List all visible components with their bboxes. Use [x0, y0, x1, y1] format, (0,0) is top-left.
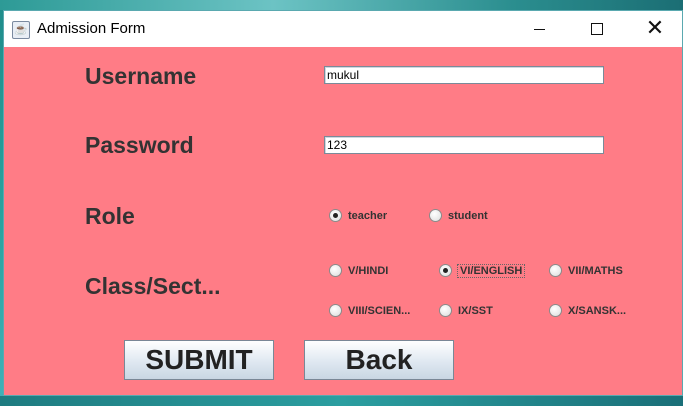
radio-unselected-icon: [439, 304, 452, 317]
role-teacher-label: teacher: [348, 209, 388, 222]
class-viii-science-label: VIII/SCIEN...: [348, 304, 411, 317]
class-vii-maths-radio[interactable]: VII/MATHS: [549, 264, 623, 277]
password-field[interactable]: 123: [324, 136, 604, 154]
class-v-hindi-radio[interactable]: V/HINDI: [329, 264, 388, 277]
window-title: Admission Form: [37, 20, 146, 37]
radio-unselected-icon: [549, 264, 562, 277]
radio-unselected-icon: [429, 209, 442, 222]
radio-unselected-icon: [549, 304, 562, 317]
class-vi-english-radio[interactable]: VI/ENGLISH: [439, 263, 526, 278]
class-v-hindi-label: V/HINDI: [348, 264, 389, 277]
desktop-background: [0, 0, 683, 10]
close-button[interactable]: ✕: [626, 11, 683, 47]
radio-unselected-icon: [329, 304, 342, 317]
class-viii-science-radio[interactable]: VIII/SCIEN...: [329, 304, 410, 317]
title-bar[interactable]: ☕ Admission Form ✕: [4, 11, 682, 47]
radio-selected-icon: [329, 209, 342, 222]
maximize-icon: [591, 23, 603, 35]
role-teacher-radio[interactable]: teacher: [329, 209, 387, 222]
java-cup-icon: ☕: [12, 21, 30, 39]
role-label: Role: [85, 203, 135, 229]
desktop-background-bottom: [0, 396, 683, 406]
role-student-label: student: [448, 209, 488, 222]
username-label: Username: [85, 63, 197, 89]
submit-button[interactable]: SUBMIT: [124, 340, 274, 380]
minimize-button[interactable]: [510, 11, 568, 47]
role-student-radio[interactable]: student: [429, 209, 488, 222]
close-icon: ✕: [645, 16, 665, 41]
class-vi-english-label: VI/ENGLISH: [456, 263, 526, 278]
class-ix-sst-radio[interactable]: IX/SST: [439, 304, 493, 317]
class-vii-maths-label: VII/MATHS: [568, 264, 623, 277]
radio-unselected-icon: [329, 264, 342, 277]
class-ix-sst-label: IX/SST: [458, 304, 493, 317]
password-label: Password: [85, 132, 194, 158]
username-field[interactable]: mukul: [324, 66, 604, 84]
class-x-sanskrit-label: X/SANSK...: [568, 304, 627, 317]
minimize-icon: [533, 28, 545, 30]
admission-form-window: ☕ Admission Form ✕ Username mukul Passwo…: [3, 10, 683, 396]
class-section-label: Class/Sect...: [85, 273, 221, 299]
radio-selected-icon: [439, 264, 452, 277]
class-x-sanskrit-radio[interactable]: X/SANSK...: [549, 304, 626, 317]
maximize-button[interactable]: [568, 11, 626, 47]
back-button[interactable]: Back: [304, 340, 454, 380]
